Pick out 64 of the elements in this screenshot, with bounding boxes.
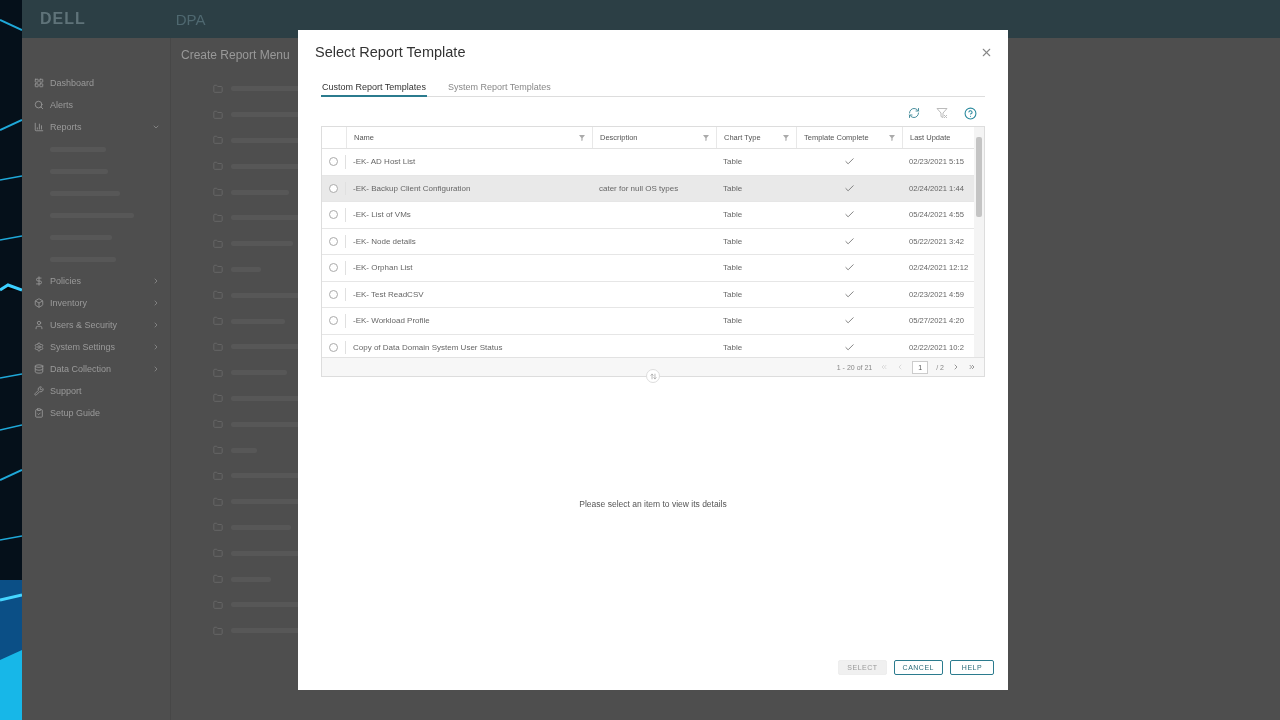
radio-button[interactable] xyxy=(329,183,338,193)
filter-clear-icon[interactable] xyxy=(936,107,948,119)
filter-icon[interactable] xyxy=(889,134,895,141)
table-cell-text: Table xyxy=(722,182,744,195)
table-cell-text: Table xyxy=(722,288,744,301)
blurred-text xyxy=(231,473,301,479)
radio-button[interactable] xyxy=(329,210,338,220)
radio-button[interactable] xyxy=(329,316,338,326)
chevron-icon xyxy=(152,365,160,373)
chevron-icon xyxy=(152,123,160,131)
table-cell-text: Copy of Data Domain System User Status xyxy=(352,341,504,354)
table-cell-text: Table xyxy=(722,262,744,275)
blurred-text xyxy=(231,395,301,401)
blurred-text xyxy=(231,344,301,350)
help-icon[interactable] xyxy=(964,106,977,120)
radio-button[interactable] xyxy=(329,236,338,246)
table-cell-text: -EK- Orphan List xyxy=(352,262,414,275)
page-title: Create Report Menu xyxy=(181,48,290,62)
table-cell-text: Table xyxy=(722,235,744,248)
table-cell-text: -EK- Workload Profile xyxy=(352,315,431,328)
first-page-icon xyxy=(880,363,889,371)
filter-icon[interactable] xyxy=(579,134,585,141)
database-icon xyxy=(34,364,44,374)
box-icon xyxy=(34,298,44,308)
tab[interactable]: Custom Report Templates xyxy=(321,82,427,97)
table-cell-text: Table xyxy=(722,341,744,354)
gear-icon xyxy=(34,342,44,352)
table-cell-text: -EK- List of VMs xyxy=(352,209,412,222)
dollar-icon xyxy=(34,276,44,286)
radio-button[interactable] xyxy=(329,263,338,273)
filter-icon[interactable] xyxy=(703,134,709,141)
radio-button[interactable] xyxy=(329,342,338,352)
table-cell-text: -EK- Test ReadCSV xyxy=(352,288,425,301)
table-cell-text: -EK- Backup Client Configuration xyxy=(352,182,472,195)
clipboard-icon xyxy=(34,408,44,418)
chevron-icon xyxy=(152,343,160,351)
next-page-icon xyxy=(952,363,960,371)
blurred-text xyxy=(231,138,301,143)
blurred-text xyxy=(231,86,301,92)
search-icon xyxy=(34,100,44,110)
dashboard-icon xyxy=(34,78,44,88)
chevron-icon xyxy=(152,277,160,285)
wrench-icon xyxy=(34,386,44,396)
user-icon xyxy=(34,320,44,330)
tab[interactable]: System Report Templates xyxy=(446,82,552,97)
table-cell-text: Table xyxy=(722,315,744,328)
chevron-icon xyxy=(152,321,160,329)
filter-icon[interactable] xyxy=(783,134,789,141)
bar-chart-icon xyxy=(34,122,44,132)
refresh-icon[interactable] xyxy=(908,107,920,119)
blurred-text xyxy=(231,550,301,556)
resize-handle[interactable] xyxy=(646,369,660,383)
table-cell-text: -EK- AD Host List xyxy=(352,156,417,169)
scrollbar[interactable] xyxy=(974,127,984,357)
empty-message: Please select an item to view its details xyxy=(579,498,727,509)
chevron-icon xyxy=(152,299,160,307)
table-cell-text: -EK- Node details xyxy=(352,235,417,248)
table-cell-text: Table xyxy=(722,156,744,169)
table-cell-text: cater for null OS types xyxy=(598,182,680,195)
radio-button[interactable] xyxy=(329,289,338,299)
last-page-icon xyxy=(968,363,976,371)
dialog-title: Select Report Template xyxy=(315,44,466,60)
table-cell-text: Table xyxy=(722,209,744,222)
radio-button[interactable] xyxy=(329,157,338,167)
